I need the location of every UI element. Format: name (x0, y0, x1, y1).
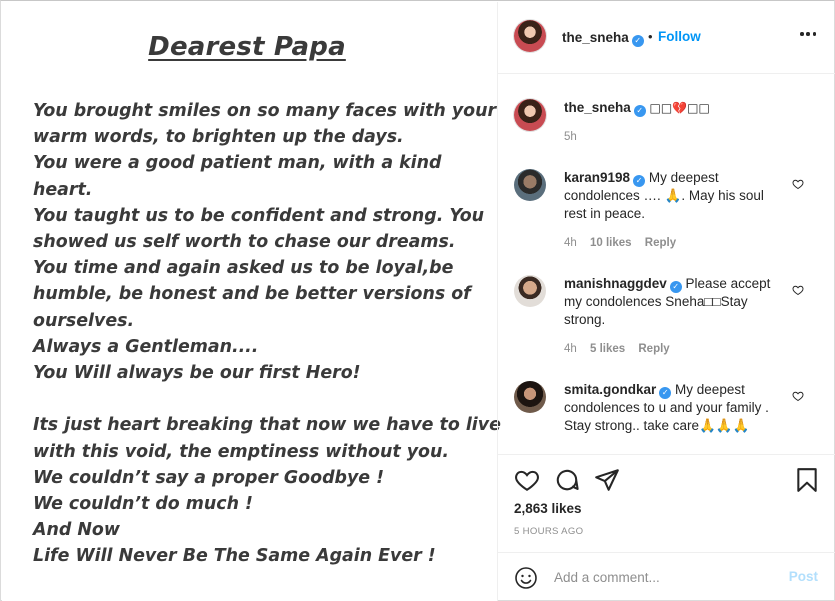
poem-line: Always a Gentleman.... (33, 336, 259, 357)
author-username[interactable]: the_sneha ✓ (562, 30, 644, 47)
like-comment-heart-icon[interactable] (792, 178, 804, 190)
comment-username[interactable]: smita.gondkar (564, 382, 656, 397)
comment-meta: 4h 5 likes Reply (564, 343, 680, 355)
verified-badge-icon: ✓ (631, 35, 644, 47)
avatar[interactable] (514, 381, 546, 413)
like-comment-heart-icon[interactable] (792, 284, 804, 296)
poem-line: We couldn’t do much ! (33, 494, 253, 515)
poem-line: heart. (33, 179, 93, 200)
comment-username[interactable]: manishnaggdev (564, 276, 667, 291)
verified-badge-icon: ✓ (633, 175, 646, 187)
poem-line: Its just heart breaking that now we have… (33, 415, 501, 436)
caption: the_sneha ✓ □□💔□□ (564, 99, 784, 117)
verified-badge-icon: ✓ (669, 281, 682, 293)
avatar[interactable] (514, 169, 546, 201)
add-comment-bar: Post (498, 552, 835, 601)
comment-bubble-icon[interactable] (554, 467, 580, 493)
post-window: Dearest Papa You brought smiles on so ma… (0, 0, 835, 601)
poem-line: You time and again asked us to be loyal,… (33, 258, 454, 279)
poem-line: warm words, to brighten up the days. (33, 127, 404, 148)
poem-line: Life Will Never Be The Same Again Ever ! (33, 546, 436, 567)
verified-badge-icon: ✓ (633, 105, 646, 117)
poem-title: Dearest Papa (148, 32, 346, 62)
poem-text: You brought smiles on so many faces with… (33, 98, 501, 570)
likes-count[interactable]: 2,863 likes (514, 501, 582, 516)
comment-item: karan9198 ✓ My deepest condolences …. 🙏. … (564, 169, 784, 224)
like-heart-icon[interactable] (514, 467, 540, 493)
comment-time[interactable]: 4h (564, 343, 577, 355)
poem-line: humble, be honest and be better versions… (33, 284, 471, 305)
comment-likes[interactable]: 5 likes (590, 343, 625, 355)
poem-line: You were a good patient man, with a kind (33, 153, 442, 174)
comment-meta: 4h 10 likes Reply (564, 237, 686, 249)
poem-line: You Will always be our first Hero! (33, 363, 361, 384)
reply-button[interactable]: Reply (638, 343, 669, 355)
poem-line: You taught us to be confident and strong… (33, 205, 485, 226)
share-send-icon[interactable] (594, 467, 620, 493)
post-time-ago[interactable]: 5 HOURS AGO (514, 526, 583, 537)
reply-button[interactable]: Reply (645, 237, 676, 249)
poem-stanza-gap (33, 386, 483, 412)
poem-line: with this void, the emptiness without yo… (33, 441, 449, 462)
more-options-icon[interactable] (800, 32, 816, 36)
comment-item: manishnaggdev ✓ Please accept my condolen… (564, 275, 784, 330)
like-comment-heart-icon[interactable] (792, 390, 804, 402)
post-header: the_sneha ✓ • Follow (498, 2, 835, 74)
comment-item: smita.gondkar ✓ My deepest condolences to… (564, 381, 784, 436)
comment-time[interactable]: 4h (564, 237, 577, 249)
post-comment-button[interactable]: Post (789, 569, 818, 584)
poem-line: We couldn’t say a proper Goodbye ! (33, 467, 385, 488)
comment-likes[interactable]: 10 likes (590, 237, 632, 249)
comments-list[interactable]: the_sneha ✓ □□💔□□ 5h karan9198 ✓ My deepes… (498, 75, 835, 454)
poem-line: ourselves. (33, 310, 135, 331)
author-username-text[interactable]: the_sneha (562, 30, 629, 45)
caption-meta: 5h (564, 131, 587, 143)
comment-input[interactable] (554, 567, 774, 587)
caption-time[interactable]: 5h (564, 131, 577, 143)
avatar[interactable] (514, 99, 546, 131)
post-side-panel: the_sneha ✓ • Follow the_sneha ✓ □□💔□□ 5h … (497, 2, 835, 601)
separator-dot: • (648, 29, 653, 44)
follow-button[interactable]: Follow (658, 29, 701, 44)
post-image: Dearest Papa You brought smiles on so ma… (2, 2, 501, 601)
poem-line: showed us self worth to chase our dreams… (33, 232, 456, 253)
comment-username[interactable]: karan9198 (564, 170, 630, 185)
caption-text: □□💔□□ (649, 101, 710, 115)
poem-line: You brought smiles on so many faces with… (33, 101, 497, 121)
verified-badge-icon: ✓ (659, 387, 672, 399)
avatar[interactable] (514, 20, 546, 52)
caption-username[interactable]: the_sneha (564, 100, 631, 115)
save-bookmark-icon[interactable] (794, 467, 820, 493)
poem-line: And Now (33, 520, 120, 541)
post-actions: 2,863 likes 5 HOURS AGO (498, 454, 835, 549)
emoji-smiley-icon[interactable] (514, 566, 538, 590)
avatar[interactable] (514, 275, 546, 307)
